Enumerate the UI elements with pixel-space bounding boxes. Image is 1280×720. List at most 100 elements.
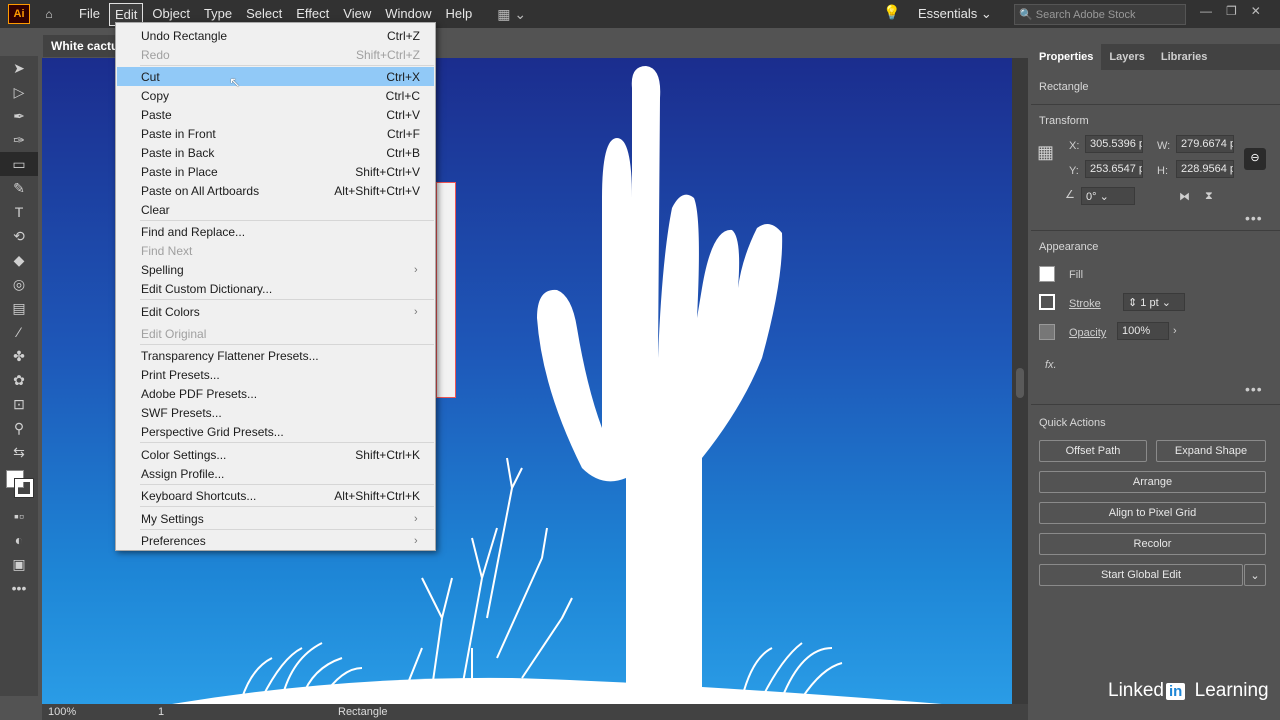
tab-layers[interactable]: Layers: [1101, 44, 1152, 70]
menu-item-custom-dictionary[interactable]: Edit Custom Dictionary...: [117, 279, 434, 298]
menu-item-paste-in-front[interactable]: Paste in Front Ctrl+F: [117, 124, 434, 143]
workspace-dropdown[interactable]: Essentials ⌄: [918, 6, 992, 22]
item-label: Edit Colors: [141, 304, 200, 319]
screen-mode-icon[interactable]: ▣: [0, 552, 38, 576]
gradient-tool-icon[interactable]: ▤: [0, 296, 38, 320]
zoom-tool-icon[interactable]: ⚲: [0, 416, 38, 440]
opacity-label[interactable]: Opacity: [1069, 327, 1106, 339]
vertical-scrollbar[interactable]: [1012, 58, 1028, 704]
rectangle-tool-icon[interactable]: ▭: [0, 152, 38, 176]
menu-file[interactable]: File: [74, 3, 105, 26]
selection-tool-icon[interactable]: ➤: [0, 56, 38, 80]
fx-icon[interactable]: fx.: [1045, 359, 1057, 371]
menu-item-undo[interactable]: Undo Rectangle Ctrl+Z: [117, 26, 434, 45]
blend-tool-icon[interactable]: ✤: [0, 344, 38, 368]
menu-help[interactable]: Help: [440, 3, 477, 26]
type-tool-icon[interactable]: T: [0, 200, 38, 224]
menu-item-copy[interactable]: Copy Ctrl+C: [117, 86, 434, 105]
tab-properties[interactable]: Properties: [1031, 44, 1102, 70]
direct-selection-tool-icon[interactable]: ▷: [0, 80, 38, 104]
flip-horizontal-icon[interactable]: ⧓: [1179, 190, 1190, 203]
color-mode-icon[interactable]: ▪▫: [0, 504, 38, 528]
menu-item-cut[interactable]: Cut Ctrl+X: [117, 67, 434, 86]
expand-shape-button[interactable]: Expand Shape: [1156, 440, 1266, 462]
w-field[interactable]: 279.6674 p: [1176, 135, 1234, 153]
lightbulb-icon[interactable]: 💡: [883, 4, 900, 21]
pen-tool-icon[interactable]: ✒: [0, 104, 38, 128]
document-tab[interactable]: White cactus: [43, 35, 123, 57]
flip-vertical-icon[interactable]: ⧗: [1205, 190, 1213, 203]
artboard-number[interactable]: 1: [158, 706, 208, 718]
reference-point-icon[interactable]: ▦: [1037, 142, 1054, 163]
workspace-switcher-icon[interactable]: ▦ ⌄: [497, 6, 526, 23]
tools-panel: ➤ ▷ ✒ ✑ ▭ ✎ T ⟲ ◆ ◎ ▤ ⁄ ✤ ✿ ⊡ ⚲ ⇆ ▪▫ ◐ ▣…: [0, 56, 38, 696]
eyedropper-tool-icon[interactable]: ⁄: [0, 320, 38, 344]
x-field[interactable]: 305.5396 p: [1085, 135, 1143, 153]
restore-icon[interactable]: ❐: [1226, 4, 1237, 18]
recolor-button[interactable]: Recolor: [1039, 533, 1266, 555]
menu-item-keyboard-shortcuts[interactable]: Keyboard Shortcuts... Alt+Shift+Ctrl+K: [117, 486, 434, 505]
curvature-tool-icon[interactable]: ✑: [0, 128, 38, 152]
opacity-chevron-icon[interactable]: ›: [1173, 325, 1177, 337]
stock-search-input[interactable]: 🔍 Search Adobe Stock: [1014, 4, 1186, 25]
menu-item-paste-all-artboards[interactable]: Paste on All Artboards Alt+Shift+Ctrl+V: [117, 181, 434, 200]
align-pixel-grid-button[interactable]: Align to Pixel Grid: [1039, 502, 1266, 524]
artboard-tool-icon[interactable]: ⊡: [0, 392, 38, 416]
menu-item-assign-profile[interactable]: Assign Profile...: [117, 464, 434, 483]
scroll-thumb[interactable]: [1016, 368, 1024, 398]
menu-item-my-settings[interactable]: My Settings ›: [117, 509, 434, 528]
fill-stroke-swatches[interactable]: [0, 464, 38, 504]
shape-builder-tool-icon[interactable]: ◎: [0, 272, 38, 296]
menu-item-paste-in-back[interactable]: Paste in Back Ctrl+B: [117, 143, 434, 162]
offset-path-button[interactable]: Offset Path: [1039, 440, 1147, 462]
symbol-sprayer-tool-icon[interactable]: ✿: [0, 368, 38, 392]
app-logo: Ai: [8, 4, 30, 24]
start-global-edit-button[interactable]: Start Global Edit: [1039, 564, 1243, 586]
divider: [1031, 104, 1280, 105]
menu-item-paste[interactable]: Paste Ctrl+V: [117, 105, 434, 124]
eraser-tool-icon[interactable]: ◆: [0, 248, 38, 272]
rotate-tool-icon[interactable]: ⟲: [0, 224, 38, 248]
y-field[interactable]: 253.6547 p: [1085, 160, 1143, 178]
global-edit-options-icon[interactable]: ⌄: [1244, 564, 1266, 586]
menu-item-swf-presets[interactable]: SWF Presets...: [117, 403, 434, 422]
h-field[interactable]: 228.9564 p: [1176, 160, 1234, 178]
stroke-weight-field[interactable]: ⇕ 1 pt ⌄: [1123, 293, 1185, 311]
panel-tabs: Properties Layers Libraries: [1031, 44, 1280, 70]
item-label: Transparency Flattener Presets...: [141, 348, 319, 363]
menu-item-paste-in-place[interactable]: Paste in Place Shift+Ctrl+V: [117, 162, 434, 181]
arrange-button[interactable]: Arrange: [1039, 471, 1266, 493]
menu-item-perspective-presets[interactable]: Perspective Grid Presets...: [117, 422, 434, 441]
zoom-level[interactable]: 100%: [48, 706, 108, 718]
close-icon[interactable]: ✕: [1251, 4, 1261, 18]
menu-item-flattener-presets[interactable]: Transparency Flattener Presets...: [117, 346, 434, 365]
home-icon[interactable]: ⌂: [38, 3, 60, 25]
draw-mode-icon[interactable]: ◐: [0, 528, 38, 552]
menu-item-color-settings[interactable]: Color Settings... Shift+Ctrl+K: [117, 445, 434, 464]
paintbrush-tool-icon[interactable]: ✎: [0, 176, 38, 200]
angle-field[interactable]: 0° ⌄: [1081, 187, 1135, 205]
fill-color-swatch[interactable]: [1039, 266, 1055, 282]
swap-colors-icon[interactable]: ⇆: [0, 440, 38, 464]
menu-item-find-replace[interactable]: Find and Replace...: [117, 222, 434, 241]
tab-libraries[interactable]: Libraries: [1153, 44, 1215, 70]
minimize-icon[interactable]: —: [1200, 4, 1212, 18]
selected-rectangle[interactable]: [436, 182, 456, 398]
item-label: Paste in Back: [141, 145, 215, 160]
menu-separator: [140, 506, 434, 507]
stroke-swatch[interactable]: [15, 479, 33, 497]
constrain-proportions-icon[interactable]: ⊖: [1244, 148, 1266, 170]
stroke-color-swatch[interactable]: [1039, 294, 1055, 310]
menu-item-preferences[interactable]: Preferences ›: [117, 531, 434, 550]
more-options-icon[interactable]: •••: [1245, 381, 1263, 397]
menu-item-clear[interactable]: Clear: [117, 200, 434, 219]
menu-item-pdf-presets[interactable]: Adobe PDF Presets...: [117, 384, 434, 403]
more-tools-icon[interactable]: •••: [0, 576, 38, 600]
menu-item-edit-colors[interactable]: Edit Colors ›: [117, 302, 434, 321]
item-shortcut: Alt+Shift+Ctrl+K: [334, 488, 420, 503]
opacity-field[interactable]: 100%: [1117, 322, 1169, 340]
menu-item-spelling[interactable]: Spelling ›: [117, 260, 434, 279]
more-options-icon[interactable]: •••: [1245, 210, 1263, 226]
menu-item-print-presets[interactable]: Print Presets...: [117, 365, 434, 384]
stroke-label[interactable]: Stroke: [1069, 298, 1101, 310]
